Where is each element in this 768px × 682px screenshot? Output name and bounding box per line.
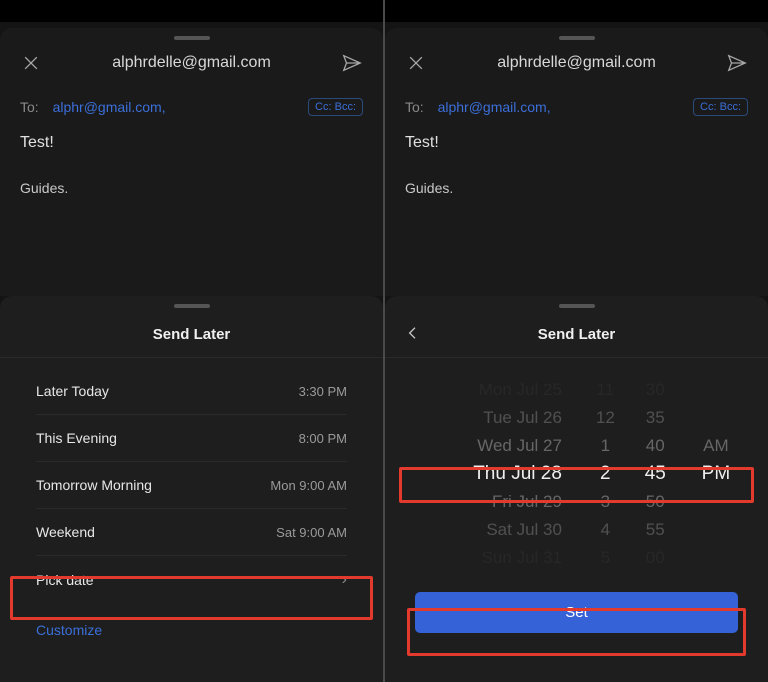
option-tomorrow-morning[interactable]: Tomorrow Morning Mon 9:00 AM <box>36 462 347 509</box>
picker-cell: 50 <box>646 488 665 516</box>
body-field[interactable]: Guides. <box>385 164 768 212</box>
picker-cell: 35 <box>646 404 665 432</box>
option-value: 8:00 PM <box>299 431 347 446</box>
picker-cell: AM <box>703 432 729 460</box>
picker-cell: Tue Jul 26 <box>483 404 562 432</box>
send-later-sheet: Send Later Later Today 3:30 PM This Even… <box>0 296 383 682</box>
option-label: Weekend <box>36 524 95 540</box>
option-value: Sat 9:00 AM <box>276 525 347 540</box>
from-email: alphrdelle@gmail.com <box>497 54 656 72</box>
option-value: Mon 9:00 AM <box>270 478 347 493</box>
option-pick-date[interactable]: Pick date › <box>36 556 347 604</box>
option-value: 3:30 PM <box>299 384 347 399</box>
datetime-picker[interactable]: Mon Jul 25 Tue Jul 26 Wed Jul 27 Thu Jul… <box>385 358 768 682</box>
chevron-right-icon: › <box>342 571 347 589</box>
to-email: alphr@gmail.com, <box>438 99 551 115</box>
picker-date-column[interactable]: Mon Jul 25 Tue Jul 26 Wed Jul 27 Thu Jul… <box>405 376 584 576</box>
drag-handle-icon[interactable] <box>559 36 595 40</box>
close-icon[interactable] <box>405 52 427 74</box>
picker-cell: 12 <box>596 404 615 432</box>
picker-cell-selected: 45 <box>645 460 666 488</box>
picker-cell: 11 <box>597 376 615 404</box>
picker-cell-selected: Thu Jul 28 <box>473 460 562 488</box>
option-label: Pick date <box>36 572 94 588</box>
body-field[interactable]: Guides. <box>0 164 383 212</box>
option-label: Tomorrow Morning <box>36 477 152 493</box>
set-button[interactable]: Set <box>415 592 738 633</box>
sheet-title: Send Later <box>153 326 231 343</box>
subject-field[interactable]: Test! <box>385 130 768 164</box>
notch <box>487 0 667 10</box>
picker-hour-column[interactable]: 11 12 1 2 3 4 5 <box>584 376 627 576</box>
picker-minute-column[interactable]: 30 35 40 45 50 55 00 <box>627 376 684 576</box>
compose-card: alphrdelle@gmail.com To: alphr@gmail.com… <box>385 28 768 296</box>
picker-cell: 1 <box>601 432 610 460</box>
cc-bcc-button[interactable]: Cc: Bcc: <box>308 98 363 116</box>
send-icon[interactable] <box>726 52 748 74</box>
picker-cell: 4 <box>601 516 610 544</box>
picker-cell-selected: 2 <box>600 460 611 488</box>
picker-cell: 5 <box>601 544 610 572</box>
picker-cell: 40 <box>646 432 665 460</box>
sheet-header: Send Later <box>0 308 383 358</box>
picker-cell: 3 <box>601 488 610 516</box>
picker-ampm-column[interactable]: AM PM <box>684 376 748 576</box>
option-this-evening[interactable]: This Evening 8:00 PM <box>36 415 347 462</box>
option-weekend[interactable]: Weekend Sat 9:00 AM <box>36 509 347 556</box>
picker-cell: 00 <box>646 544 665 572</box>
cc-bcc-button[interactable]: Cc: Bcc: <box>693 98 748 116</box>
option-label: Later Today <box>36 383 109 399</box>
from-email: alphrdelle@gmail.com <box>112 54 271 72</box>
close-icon[interactable] <box>20 52 42 74</box>
option-label: This Evening <box>36 430 117 446</box>
to-row[interactable]: To: alphr@gmail.com, Cc: Bcc: <box>385 88 768 130</box>
picker-cell: Wed Jul 27 <box>477 432 562 460</box>
subject-field[interactable]: Test! <box>0 130 383 164</box>
picker-cell: Mon Jul 25 <box>479 376 562 404</box>
to-label: To: <box>405 99 424 115</box>
compose-card: alphrdelle@gmail.com To: alphr@gmail.com… <box>0 28 383 296</box>
sheet-header: Send Later <box>385 308 768 358</box>
picker-cell: 55 <box>646 516 665 544</box>
picker-cell: Fri Jul 29 <box>492 488 562 516</box>
left-pane: alphrdelle@gmail.com To: alphr@gmail.com… <box>0 0 383 682</box>
date-picker-sheet: Send Later Mon Jul 25 Tue Jul 26 Wed Jul… <box>385 296 768 682</box>
right-pane: alphrdelle@gmail.com To: alphr@gmail.com… <box>385 0 768 682</box>
picker-cell: Sat Jul 30 <box>486 516 562 544</box>
drag-handle-icon[interactable] <box>174 36 210 40</box>
notch <box>102 0 282 10</box>
option-later-today[interactable]: Later Today 3:30 PM <box>36 368 347 415</box>
customize-link[interactable]: Customize <box>36 604 347 638</box>
send-icon[interactable] <box>341 52 363 74</box>
picker-cell: 30 <box>646 376 665 404</box>
sheet-title: Send Later <box>538 326 616 343</box>
back-icon[interactable] <box>405 325 421 341</box>
to-email: alphr@gmail.com, <box>53 99 166 115</box>
sheet-options: Later Today 3:30 PM This Evening 8:00 PM… <box>0 358 383 638</box>
picker-cell: Sun Jul 31 <box>482 544 562 572</box>
to-label: To: <box>20 99 39 115</box>
to-row[interactable]: To: alphr@gmail.com, Cc: Bcc: <box>0 88 383 130</box>
picker-cell-selected: PM <box>702 460 731 488</box>
